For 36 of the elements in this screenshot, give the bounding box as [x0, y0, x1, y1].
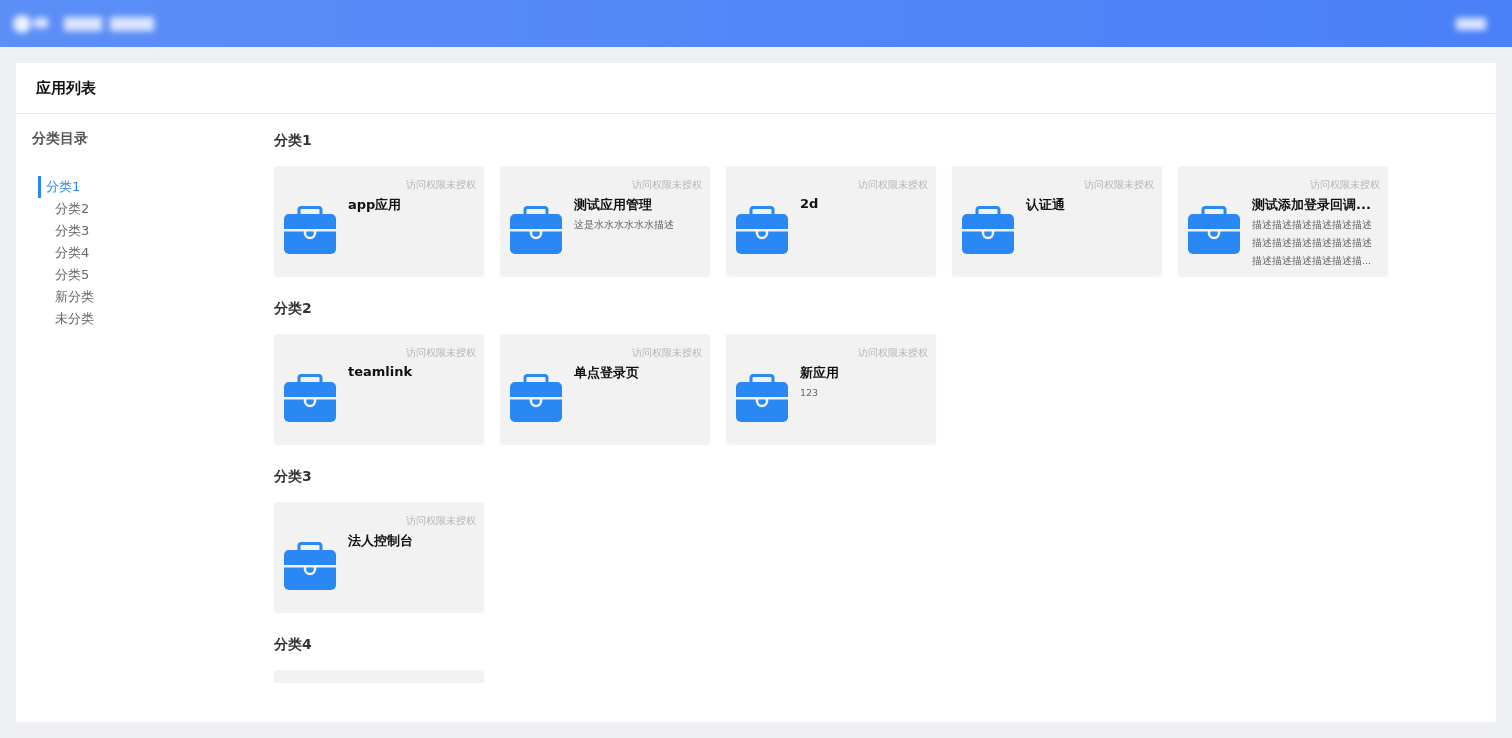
app-name: 单点登录页: [574, 364, 639, 382]
category-heading: 分类4: [274, 635, 313, 654]
app-name: 新应用: [800, 364, 839, 382]
briefcase-icon: [510, 374, 562, 422]
app-name: 测试应用管理: [574, 196, 653, 214]
briefcase-icon: [284, 374, 336, 422]
briefcase-icon: [736, 206, 788, 254]
category-heading: 分类1: [274, 131, 313, 150]
category-link[interactable]: 未分类: [38, 308, 94, 330]
app-name: app应用: [348, 196, 402, 214]
briefcase-icon: [284, 542, 336, 590]
category-heading: 分类2: [274, 299, 313, 318]
category-heading: 分类3: [274, 467, 313, 486]
app-name: teamlink: [348, 364, 413, 379]
app-description: 描述描述描述描述描述描述: [1252, 236, 1372, 250]
app-description: 这是水水水水水水描述: [574, 218, 674, 232]
app-name: 法人控制台: [348, 532, 413, 550]
category-link[interactable]: 分类4: [38, 242, 90, 264]
app-name: 认证通: [1026, 196, 1065, 214]
sidebar-title: 分类目录: [32, 130, 89, 148]
briefcase-icon: [962, 206, 1014, 254]
app-description: 123: [800, 386, 820, 400]
briefcase-icon: [510, 206, 562, 254]
category-link[interactable]: 分类5: [38, 264, 90, 286]
briefcase-icon: [736, 374, 788, 422]
briefcase-icon: [1188, 206, 1240, 254]
category-link[interactable]: 分类3: [38, 220, 90, 242]
briefcase-icon: [284, 206, 336, 254]
app-name: 2d: [800, 196, 819, 211]
category-link[interactable]: 新分类: [38, 286, 94, 308]
category-link[interactable]: 分类2: [38, 198, 90, 220]
page-title: 应用列表: [36, 78, 96, 98]
category-link[interactable]: 分类1: [38, 176, 81, 198]
app-description: 描述描述描述描述描述描...: [1252, 254, 1372, 268]
app-name: 测试添加登录回调...: [1252, 196, 1372, 214]
app-description: 描述描述描述描述描述描述: [1252, 218, 1372, 232]
